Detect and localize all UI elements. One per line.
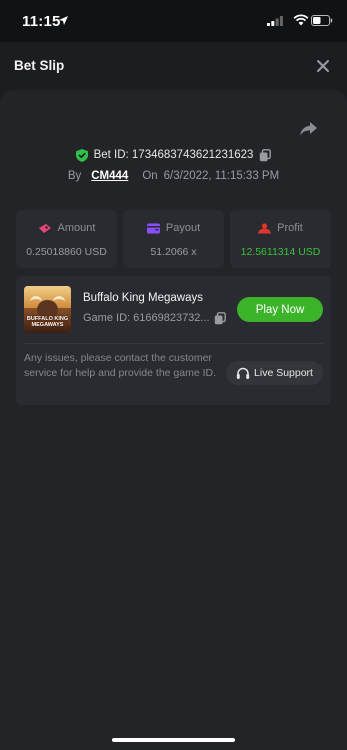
wifi-icon: [293, 14, 309, 26]
copy-game-id-icon[interactable]: [214, 312, 226, 325]
stat-payout-label: Payout: [165, 222, 201, 234]
help-text: Any issues, please contact the customer …: [24, 352, 217, 379]
share-icon[interactable]: [300, 122, 317, 136]
headset-icon: [236, 367, 250, 379]
status-bar: 11:15: [0, 0, 347, 42]
divider: [24, 343, 323, 344]
stat-profit-label: Profit: [277, 222, 303, 234]
bet-slip-sheet: Bet Slip Bet ID: 1734683743621231623 By …: [0, 42, 347, 750]
stat-profit-value: 12.5611314 USD: [240, 246, 321, 258]
shield-check-icon: [75, 148, 88, 162]
battery-icon: [311, 15, 333, 26]
sheet-header: Bet Slip: [0, 42, 347, 90]
game-thumbnail-logo: BUFFALO KING MEGAWAYS: [26, 316, 69, 328]
profit-icon: [258, 222, 272, 233]
game-name: Buffalo King Megaways: [83, 292, 203, 304]
play-now-button[interactable]: Play Now: [237, 297, 323, 322]
status-time: 11:15: [22, 13, 61, 30]
copy-icon[interactable]: [259, 148, 272, 162]
stat-amount-label: Amount: [57, 222, 96, 234]
user-link[interactable]: CM444: [91, 170, 128, 182]
bet-datetime: 6/3/2022, 11:15:33 PM: [163, 170, 280, 182]
wallet-icon: [146, 223, 160, 233]
stat-amount-value: 0.25018860 USD: [26, 246, 107, 258]
close-icon[interactable]: [313, 56, 333, 76]
bet-details-card: [0, 90, 347, 750]
live-support-button[interactable]: Live Support: [226, 361, 323, 385]
stat-payout-value: 51.2066 x: [150, 246, 197, 258]
game-card: BUFFALO KING MEGAWAYS Buffalo King Megawa…: [16, 276, 331, 405]
amount-icon: [38, 223, 51, 233]
bet-id-row: Bet ID: 1734683743621231623: [0, 146, 347, 164]
bet-stats: Amount 0.25018860 USD Payout 51.2066 x P…: [16, 210, 331, 268]
bet-id-text: Bet ID: 1734683743621231623: [93, 149, 254, 161]
stat-payout: Payout 51.2066 x: [123, 210, 224, 268]
stat-amount: Amount 0.25018860 USD: [16, 210, 117, 268]
game-id: Game ID: 61669823732...: [83, 312, 210, 324]
by-label: By: [67, 170, 82, 182]
location-arrow-icon: [59, 16, 68, 25]
game-thumbnail[interactable]: BUFFALO KING MEGAWAYS: [24, 286, 71, 333]
sheet-title: Bet Slip: [14, 58, 65, 73]
home-indicator[interactable]: [112, 738, 235, 742]
bet-meta-row: By CM444 On 6/3/2022, 11:15:33 PM: [0, 168, 347, 184]
cellular-signal-icon: [267, 16, 283, 26]
live-support-label: Live Support: [254, 367, 313, 379]
on-label: On: [142, 170, 158, 182]
stat-profit: Profit 12.5611314 USD: [230, 210, 331, 268]
